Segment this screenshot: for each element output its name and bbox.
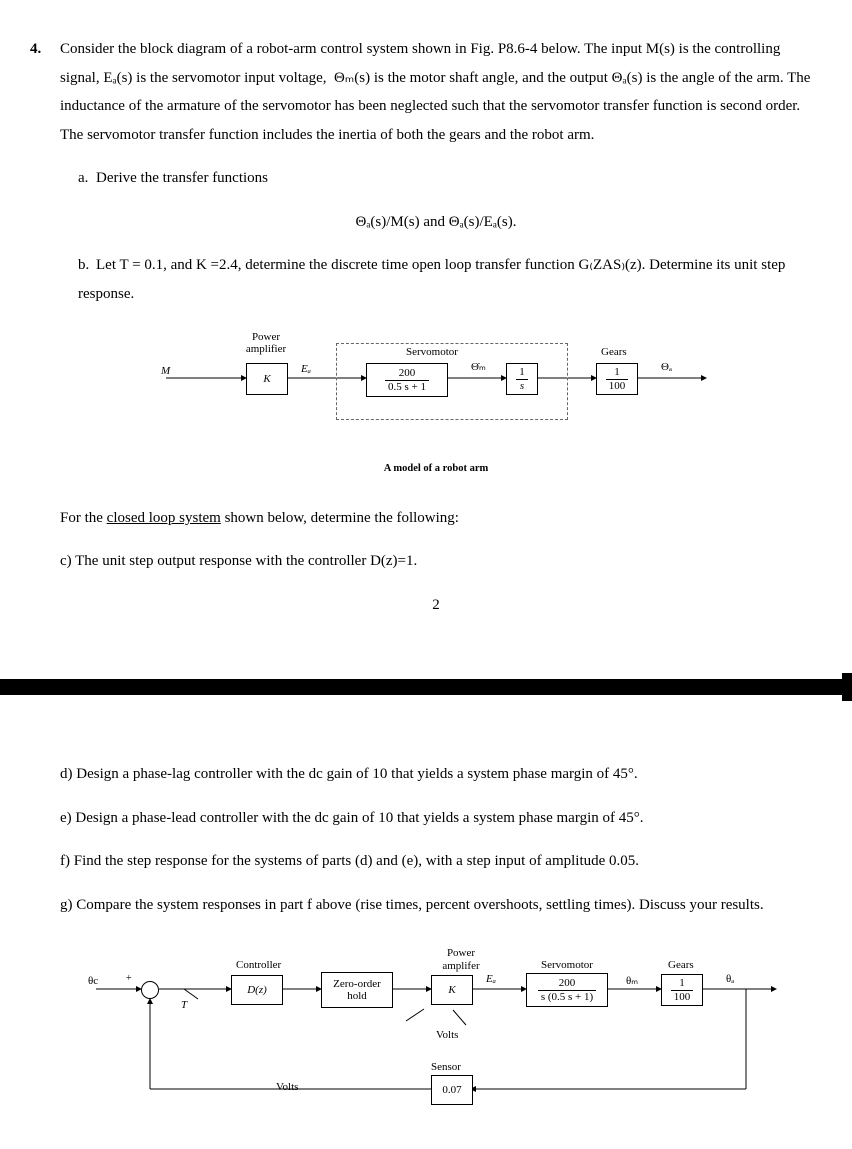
label-gears2: Gears bbox=[668, 959, 694, 971]
part-a: a.Derive the transfer functions bbox=[78, 164, 812, 193]
block-gears2: 1100 bbox=[661, 974, 703, 1006]
text-K: K bbox=[263, 373, 270, 385]
signal-theta-a2: θₐ bbox=[726, 973, 734, 985]
servo2-den: s (0.5 s + 1) bbox=[538, 991, 596, 1003]
part-b-letter: b. bbox=[78, 251, 96, 280]
signal-M: M bbox=[161, 365, 170, 377]
signal-theta-m2: θₘ bbox=[626, 975, 638, 987]
block-diagram-open-loop: M Power amplifier K Eₐ Servomotor 2000.5… bbox=[136, 323, 736, 453]
text-K2: K bbox=[448, 984, 455, 996]
label-power-amplifier: Power amplifier bbox=[236, 331, 296, 355]
sensor-value: 0.07 bbox=[442, 1084, 461, 1096]
question-intro: 4.Consider the block diagram of a robot-… bbox=[60, 35, 812, 149]
signal-Ea: Eₐ bbox=[301, 363, 311, 375]
mid1-text: For the bbox=[60, 510, 107, 526]
block-gears: 1100 bbox=[596, 363, 638, 395]
signal-Ea2: Eₐ bbox=[486, 973, 496, 985]
signal-theta-c: θc bbox=[88, 975, 98, 987]
int-num: 1 bbox=[516, 367, 528, 380]
gear2-den: 100 bbox=[671, 991, 694, 1003]
label-sensor: Sensor bbox=[431, 1061, 461, 1073]
block-sensor: 0.07 bbox=[431, 1075, 473, 1105]
label-gears: Gears bbox=[601, 346, 627, 358]
int-den: s bbox=[516, 380, 528, 392]
part-g: g) Compare the system responses in part … bbox=[60, 891, 812, 920]
summing-junction bbox=[141, 981, 159, 999]
block-K: K bbox=[246, 363, 288, 395]
mid2-text: shown below, determine the following: bbox=[221, 510, 459, 526]
label-servomotor2: Servomotor bbox=[541, 959, 593, 971]
part-a-text: Derive the transfer functions bbox=[96, 170, 268, 186]
page-number: 2 bbox=[60, 591, 812, 620]
text-Dz: D(z) bbox=[247, 984, 267, 996]
part-a-letter: a. bbox=[78, 164, 96, 193]
page-divider bbox=[0, 679, 852, 695]
part-b-text: Let T = 0.1, and K =2.4, determine the d… bbox=[78, 257, 785, 302]
part-b: b.Let T = 0.1, and K =2.4, determine the… bbox=[78, 251, 812, 308]
label-servomotor: Servomotor bbox=[406, 346, 458, 358]
signal-theta-a: Θₐ bbox=[661, 361, 672, 373]
mid-underline: closed loop system bbox=[107, 510, 221, 526]
sample-T: T bbox=[181, 999, 187, 1011]
label-volts-fb: Volts bbox=[276, 1081, 298, 1093]
block-diagram-closed-loop: θc + T Controller D(z) Zero-order hold P… bbox=[86, 939, 786, 1119]
signal-theta-m-dot: Θ̇ₘ bbox=[471, 361, 486, 373]
part-f: f) Find the step response for the system… bbox=[60, 847, 812, 876]
part-e: e) Design a phase-lead controller with t… bbox=[60, 804, 812, 833]
sum-plus: + bbox=[126, 973, 132, 984]
gear-den: 100 bbox=[606, 380, 629, 392]
gear2-num: 1 bbox=[671, 978, 694, 991]
label-power-amplifier2: Power amplifer bbox=[431, 947, 491, 971]
label-volts-top: Volts bbox=[436, 1029, 458, 1041]
servo2-num: 200 bbox=[538, 978, 596, 991]
intro-text: Consider the block diagram of a robot-ar… bbox=[60, 41, 810, 143]
block-K2: K bbox=[431, 975, 473, 1005]
part-c: c) The unit step output response with th… bbox=[60, 547, 812, 576]
part-d: d) Design a phase-lag controller with th… bbox=[60, 760, 812, 789]
block-Dz: D(z) bbox=[231, 975, 283, 1005]
closed-loop-intro: For the closed loop system shown below, … bbox=[60, 504, 812, 533]
question-number: 4. bbox=[30, 35, 60, 64]
diagram1-caption: A model of a robot arm bbox=[60, 459, 812, 479]
label-controller: Controller bbox=[236, 959, 281, 971]
block-servo-tf: 2000.5 s + 1 bbox=[366, 363, 448, 397]
servo-tf-num: 200 bbox=[385, 368, 429, 381]
block-zoh: Zero-order hold bbox=[321, 972, 393, 1008]
block-servo-tf2: 200s (0.5 s + 1) bbox=[526, 973, 608, 1007]
tf-equation: Θₐ(s)/M(s) and Θₐ(s)/Eₐ(s). bbox=[60, 208, 812, 237]
gear-num: 1 bbox=[606, 367, 629, 380]
block-integrator: 1s bbox=[506, 363, 538, 395]
servo-tf-den: 0.5 s + 1 bbox=[385, 381, 429, 393]
